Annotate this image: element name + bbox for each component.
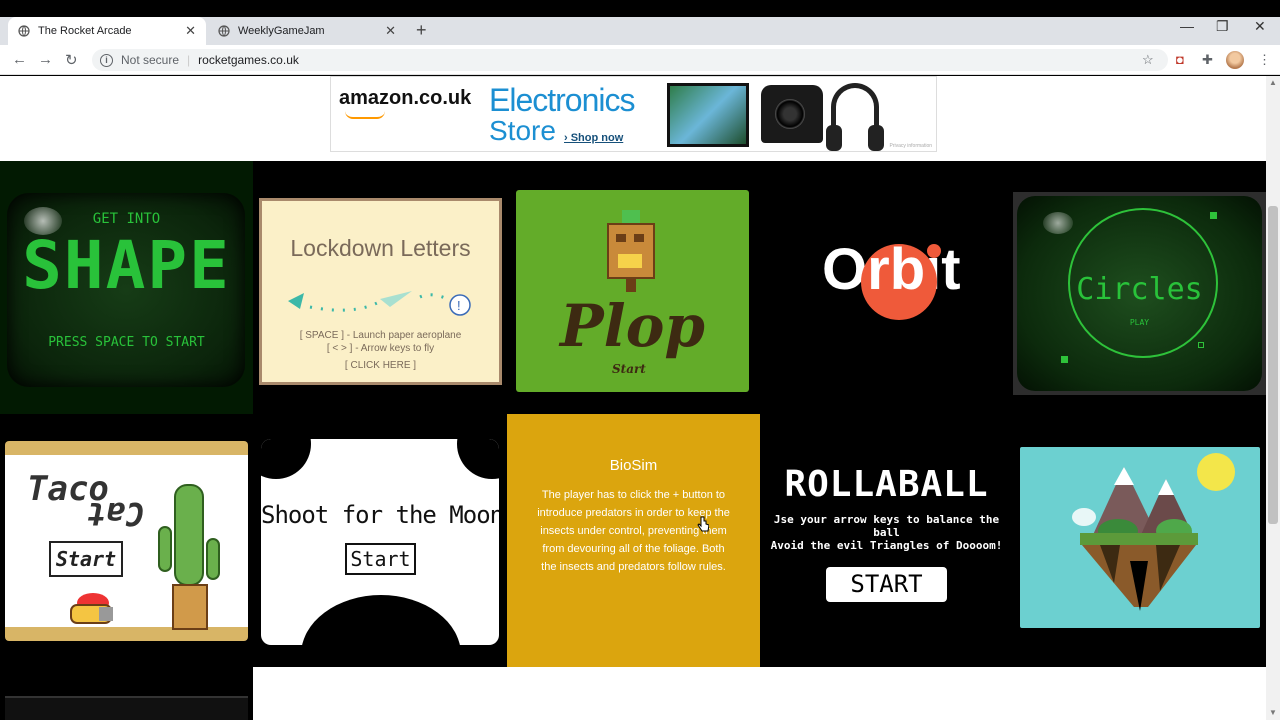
- camera-image: [761, 85, 823, 143]
- biosim-title: BioSim: [609, 457, 658, 474]
- forward-icon[interactable]: →: [38, 51, 53, 68]
- maximize-icon[interactable]: ❐: [1216, 18, 1229, 35]
- ad-brand: amazon.co.uk: [339, 87, 472, 109]
- orbit-logo: Orbit: [822, 236, 962, 320]
- rollaball-start-button[interactable]: START: [826, 567, 947, 602]
- plop-title: Plop: [560, 292, 705, 360]
- crater: [261, 439, 311, 479]
- dot: [1210, 212, 1217, 219]
- lockdown-line2: [ < > ] - Arrow keys to fly: [326, 343, 435, 354]
- svg-text:!: !: [457, 298, 461, 313]
- paper-plane-icon: !: [288, 291, 471, 316]
- avatar[interactable]: [1226, 51, 1244, 69]
- extensions-icon[interactable]: ✚: [1202, 52, 1213, 68]
- game-card-lockdown-letters[interactable]: Lockdown Letters ! [ SPACE ] - Launch pa…: [259, 198, 502, 385]
- shape-title: SHAPE: [22, 227, 231, 304]
- url-text: rocketgames.co.uk: [198, 53, 299, 67]
- rollaball-line2: Avoid the evil Triangles of Doooom!: [770, 539, 1003, 552]
- cat-word: Cat: [87, 495, 145, 533]
- game-card-biosim[interactable]: BioSim The player has to click the + but…: [507, 414, 760, 667]
- game-card-shoot-for-the-moon[interactable]: Shoot for the Moon Start: [261, 439, 499, 645]
- plop-start[interactable]: Start: [612, 362, 646, 376]
- divider: |: [187, 53, 191, 67]
- hand-cursor-icon: [697, 516, 709, 532]
- taco-cat-icon: [70, 593, 113, 624]
- tab-label: WeeklyGameJam: [238, 25, 325, 37]
- lockdown-click[interactable]: [ CLICK HERE ]: [262, 360, 499, 371]
- dot: [1198, 342, 1204, 348]
- ad-area: amazon.co.uk Electronics Store › Shop no…: [0, 76, 1266, 161]
- lockdown-line1: [ SPACE ] - Launch paper aeroplane: [299, 330, 462, 341]
- rollaball-line1: Jse your arrow keys to balance the ball: [773, 513, 1000, 539]
- circles-title: Circles: [1076, 272, 1203, 307]
- orbit-letter-o: O: [822, 237, 868, 302]
- ad-privacy[interactable]: Privacy information: [889, 143, 932, 149]
- star-icon[interactable]: ☆: [1142, 52, 1154, 68]
- close-window-icon[interactable]: ✕: [1254, 18, 1266, 35]
- rollaball-title: ROLLABALL: [784, 464, 989, 505]
- game-card-rollaball[interactable]: ROLLABALL Jse your arrow keys to balance…: [760, 414, 1013, 667]
- lockdown-title: Lockdown Letters: [290, 235, 471, 261]
- dot: [1061, 356, 1068, 363]
- back-icon[interactable]: ←: [12, 51, 27, 68]
- crater: [457, 439, 499, 479]
- game-card-circles[interactable]: Circles PLAY: [1013, 192, 1266, 395]
- info-icon[interactable]: i: [100, 53, 113, 67]
- security-label: Not secure: [121, 53, 180, 67]
- shape-line1: GET INTO: [92, 211, 161, 227]
- ad-headline: Electronics: [489, 82, 635, 118]
- reload-icon[interactable]: ↻: [65, 51, 78, 69]
- scroll-down-icon[interactable]: ▼: [1269, 708, 1277, 717]
- close-tab-icon[interactable]: ✕: [185, 23, 196, 39]
- game-card-taco-cat[interactable]: Taco Cat Start: [5, 441, 248, 641]
- shape-start: PRESS SPACE TO START: [48, 335, 205, 350]
- moon-silhouette: [301, 595, 461, 645]
- globe-icon: [18, 25, 30, 37]
- amazon-smile-icon: [345, 111, 385, 119]
- orbit-rb-text: rb: [867, 237, 926, 302]
- minimize-icon[interactable]: —: [1180, 18, 1194, 34]
- game-card-shape[interactable]: GET INTO SHAPE PRESS SPACE TO START: [0, 161, 253, 414]
- tv-image: [667, 83, 749, 147]
- browser-titlebar: The Rocket Arcade ✕ WeeklyGameJam ✕ + — …: [0, 0, 1280, 45]
- next-game-card-partial[interactable]: [5, 696, 248, 720]
- cactus-icon: [158, 484, 220, 630]
- address-bar[interactable]: i Not secure | rocketgames.co.uk: [92, 49, 1168, 71]
- scroll-up-icon[interactable]: ▲: [1269, 78, 1277, 87]
- island-icon: [1072, 467, 1198, 611]
- ad-shop-now-link[interactable]: › Shop now: [564, 132, 623, 144]
- page-footer-area: [253, 667, 1266, 720]
- moon-start-button[interactable]: Start: [345, 543, 416, 575]
- amazon-ad-banner[interactable]: amazon.co.uk Electronics Store › Shop no…: [330, 76, 937, 152]
- menu-icon[interactable]: ⋮: [1258, 52, 1271, 68]
- globe-icon: [218, 25, 230, 37]
- circles-play[interactable]: PLAY: [1013, 318, 1266, 327]
- new-tab-icon[interactable]: +: [416, 20, 427, 41]
- ad-headline-2: Store: [489, 115, 556, 146]
- tab-rocket-arcade[interactable]: The Rocket Arcade ✕: [8, 17, 206, 45]
- browser-toolbar: ← → ↻ i Not secure | rocketgames.co.uk ☆…: [0, 45, 1280, 75]
- orbit-rb: rb: [861, 236, 938, 320]
- game-card-floating-island[interactable]: [1020, 447, 1260, 628]
- game-card-orbit[interactable]: Orbit: [760, 190, 1012, 392]
- tab-label: The Rocket Arcade: [38, 25, 132, 37]
- game-card-plop[interactable]: Plop Start: [516, 190, 749, 392]
- moon-title: Shoot for the Moon: [261, 501, 499, 529]
- robot-icon: [607, 210, 655, 292]
- headphones-image: [826, 83, 884, 151]
- scrollbar-thumb[interactable]: [1268, 206, 1278, 524]
- close-tab-icon[interactable]: ✕: [385, 23, 396, 39]
- page-content: amazon.co.uk Electronics Store › Shop no…: [0, 76, 1266, 720]
- pocket-icon[interactable]: ◘: [1176, 52, 1184, 67]
- orbit-moon: [927, 244, 941, 258]
- tab-weeklygamejam[interactable]: WeeklyGameJam ✕: [208, 17, 406, 45]
- taco-start-button[interactable]: Start: [49, 541, 123, 577]
- screen-glare: [1043, 212, 1073, 234]
